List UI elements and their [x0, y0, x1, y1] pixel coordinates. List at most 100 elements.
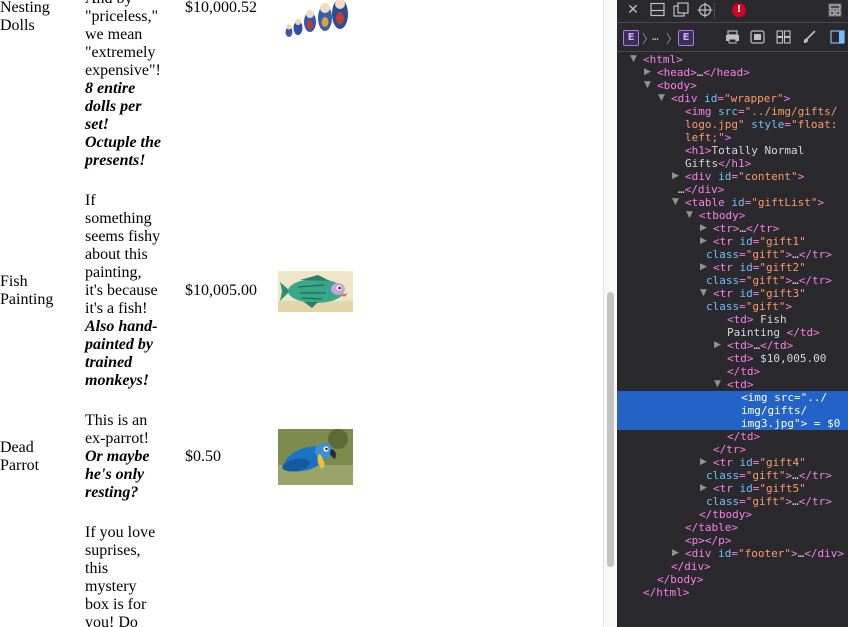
desc-emphasis: trained — [85, 354, 133, 371]
desc-emphasis: monkeys! — [85, 372, 149, 389]
fish-painting-image — [278, 271, 353, 317]
dom-node-text: img/gifts/ — [741, 404, 808, 417]
dom-node[interactable]: class="gift">…</tr> — [617, 248, 848, 261]
collapse-arrow-icon[interactable]: ▶ — [700, 482, 707, 495]
collapse-arrow-icon[interactable]: ▶ — [700, 261, 707, 274]
dom-node[interactable]: </html> — [617, 586, 848, 599]
dom-node[interactable]: left;"> — [617, 131, 848, 144]
dom-node-text: Painting </td> — [727, 326, 820, 339]
dom-node[interactable]: ▶ <td>…</td> — [617, 339, 848, 352]
desc-emphasis: Octuple the — [85, 134, 161, 151]
layout-icon[interactable] — [827, 2, 843, 22]
expand-arrow-icon[interactable]: ▼ — [630, 53, 637, 66]
paint-brush-icon[interactable] — [801, 30, 817, 48]
collapse-arrow-icon[interactable]: ▶ — [700, 456, 707, 469]
devtools-toolbar: ✕ ! — [617, 0, 848, 23]
dom-node[interactable]: <p></p> — [617, 534, 848, 547]
dom-node-text: <p></p> — [685, 534, 732, 547]
dom-node[interactable]: ▼ <html> — [617, 53, 848, 66]
dom-node[interactable]: </td> — [617, 365, 848, 378]
dom-node[interactable]: <img src="../img/gifts/ — [617, 105, 848, 118]
dom-node[interactable]: ▶ <tr id="gift5" — [617, 482, 848, 495]
collapse-arrow-icon[interactable]: ▶ — [644, 66, 651, 79]
dom-node-text: </body> — [657, 573, 704, 586]
pick-element-icon[interactable] — [697, 2, 713, 22]
dom-node-selected[interactable]: img3.jpg"> = $0 — [617, 417, 848, 430]
collapse-arrow-icon[interactable]: ▶ — [714, 339, 721, 352]
grid-icon[interactable] — [775, 30, 791, 48]
desc-line: box is for — [85, 596, 147, 613]
dom-node[interactable]: </div> — [617, 560, 848, 573]
close-icon[interactable]: ✕ — [625, 2, 641, 18]
expand-arrow-icon[interactable]: ▼ — [644, 79, 651, 92]
dom-node[interactable]: Gifts</h1> — [617, 157, 848, 170]
expand-arrow-icon[interactable]: ▼ — [714, 378, 721, 391]
dom-node[interactable]: ▼ <body> — [617, 79, 848, 92]
dom-node[interactable]: Painting </td> — [617, 326, 848, 339]
desc-emphasis: he's only — [85, 466, 145, 483]
scrollbar-thumb[interactable] — [607, 292, 614, 567]
dom-node[interactable]: ▶ <tr id="gift2" — [617, 261, 848, 274]
dom-node-selected[interactable]: img/gifts/ — [617, 404, 848, 417]
breadcrumb-element-badge[interactable]: E — [678, 30, 694, 46]
error-icon[interactable]: ! — [732, 3, 746, 17]
dom-node-text: …</div> — [678, 183, 725, 196]
dom-node[interactable]: ▼ <div id="wrapper"> — [617, 92, 848, 105]
dom-node[interactable]: logo.jpg" style="float: — [617, 118, 848, 131]
screenshot-icon[interactable] — [749, 30, 765, 48]
collapse-arrow-icon[interactable]: ▶ — [700, 235, 707, 248]
dom-node-text: <img src="../img/gifts/ — [685, 105, 838, 118]
dom-node[interactable]: class="gift">…</tr> — [617, 274, 848, 287]
dom-node-text: class="gift">…</tr> — [706, 274, 832, 287]
sidebar-icon[interactable] — [829, 30, 845, 48]
dom-node[interactable]: </tr> — [617, 443, 848, 456]
expand-arrow-icon[interactable]: ▼ — [672, 196, 679, 209]
dom-node-text: <head>…</head> — [657, 66, 750, 79]
expand-arrow-icon[interactable]: ▼ — [700, 287, 707, 300]
dom-node[interactable]: ▼ <td> — [617, 378, 848, 391]
dom-node[interactable]: ▼ <tbody> — [617, 209, 848, 222]
dom-node[interactable]: ▶ <tr>…</tr> — [617, 222, 848, 235]
expand-arrow-icon[interactable]: ▼ — [686, 209, 693, 222]
collapse-arrow-icon[interactable]: ▶ — [672, 170, 679, 183]
dom-node-text: left;"> — [685, 131, 732, 144]
dom-node[interactable]: </table> — [617, 521, 848, 534]
undock-icon[interactable] — [673, 2, 689, 21]
dom-node-text: </table> — [685, 521, 738, 534]
dom-node[interactable]: ▶ <div id="footer">…</div> — [617, 547, 848, 560]
breadcrumb-element-badge[interactable]: E — [623, 30, 639, 46]
collapse-arrow-icon[interactable]: ▶ — [672, 547, 679, 560]
dom-node[interactable]: </td> — [617, 430, 848, 443]
dom-node[interactable]: <h1>Totally Normal — [617, 144, 848, 157]
gift-description: If you love suprises, this mystery box i… — [85, 524, 165, 627]
print-icon[interactable] — [724, 30, 740, 48]
dom-node[interactable]: ▼ <table id="giftList"> — [617, 196, 848, 209]
dom-node[interactable]: ▼ <tr id="gift3" — [617, 287, 848, 300]
desc-emphasis: resting? — [85, 484, 139, 501]
breadcrumb-ellipsis[interactable]: … — [652, 30, 659, 43]
desc-emphasis: presents! — [85, 152, 146, 169]
dom-node[interactable]: ▶ <tr id="gift1" — [617, 235, 848, 248]
dom-node[interactable]: </tbody> — [617, 508, 848, 521]
desc-line: you! Do — [85, 614, 138, 627]
dom-node-selected[interactable]: <img src="../ — [617, 391, 848, 404]
dom-node[interactable]: ▶ <tr id="gift4" — [617, 456, 848, 469]
dock-bottom-icon[interactable] — [649, 2, 665, 21]
dom-node-text: <tr id="gift2" — [713, 261, 806, 274]
dom-node[interactable]: class="gift">…</tr> — [617, 469, 848, 482]
dom-node[interactable]: …</div> — [617, 183, 848, 196]
desc-line: expensive"! — [85, 62, 161, 79]
dom-node[interactable]: class="gift">…</tr> — [617, 495, 848, 508]
dom-node-text: Gifts</h1> — [685, 157, 752, 170]
collapse-arrow-icon[interactable]: ▶ — [700, 222, 707, 235]
dom-node[interactable]: ▶ <div id="content"> — [617, 170, 848, 183]
expand-arrow-icon[interactable]: ▼ — [658, 92, 665, 105]
dom-node[interactable]: class="gift"> — [617, 300, 848, 313]
dom-node[interactable]: <td> $10,005.00 — [617, 352, 848, 365]
dom-node[interactable]: ▶ <head>…</head> — [617, 66, 848, 79]
page-scrollbar[interactable] — [603, 0, 617, 627]
desc-line: seems fishy — [85, 228, 161, 245]
dom-node[interactable]: <td> Fish — [617, 313, 848, 326]
dom-node-text: <div id="footer">…</div> — [685, 547, 844, 560]
dom-node[interactable]: </body> — [617, 573, 848, 586]
